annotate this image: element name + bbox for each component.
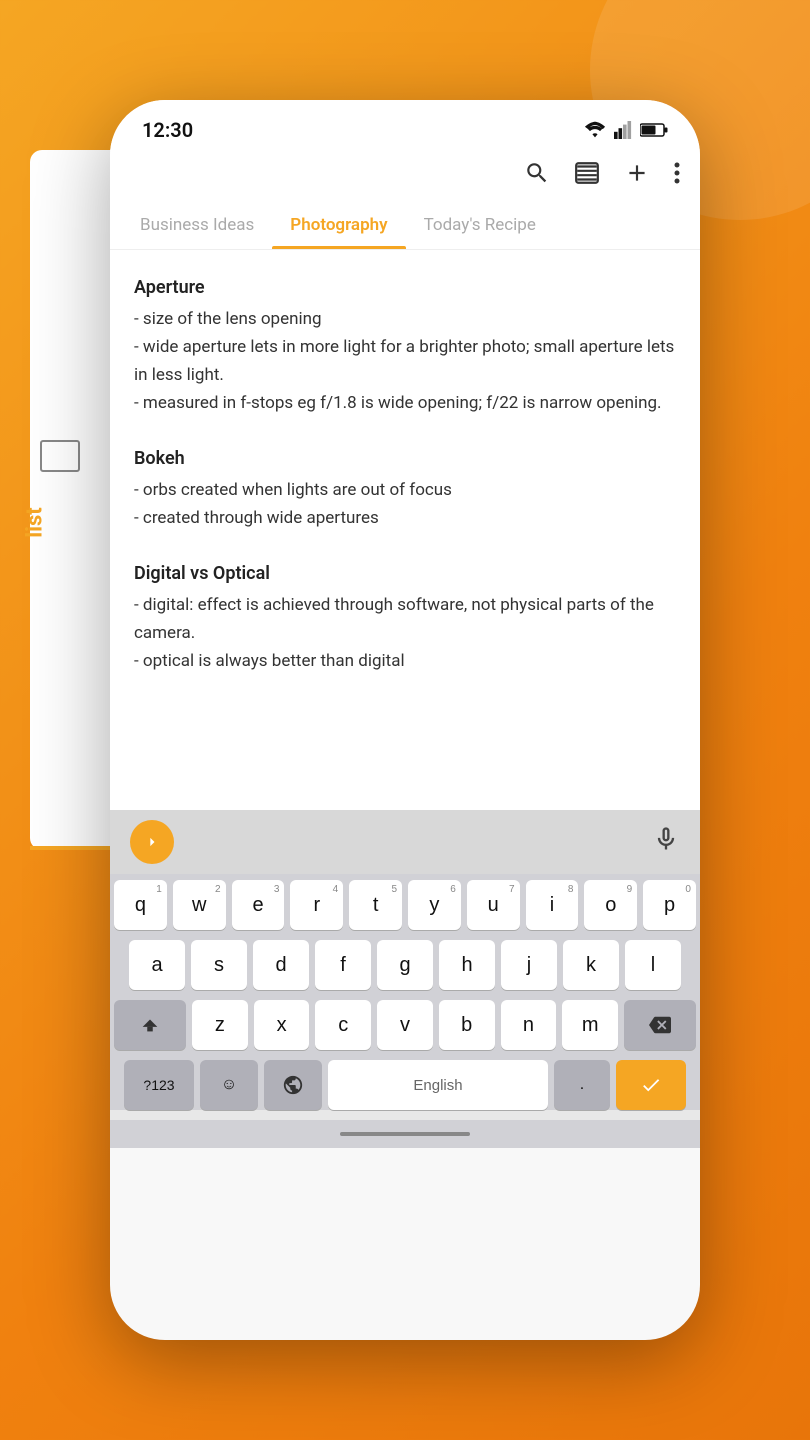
keyboard-row-4: ?123 ☺ English . xyxy=(114,1060,696,1110)
key-c[interactable]: c xyxy=(315,1000,371,1050)
tab-photography[interactable]: Photography xyxy=(272,201,405,249)
signal-icon xyxy=(614,121,632,139)
key-d[interactable]: d xyxy=(253,940,309,990)
wifi-icon xyxy=(584,121,606,139)
expand-button[interactable] xyxy=(130,820,174,864)
key-p[interactable]: 0p xyxy=(643,880,696,930)
app-toolbar xyxy=(110,152,700,201)
digital-optical-body: - digital: effect is achieved through so… xyxy=(134,591,676,675)
key-y[interactable]: 6y xyxy=(408,880,461,930)
more-icon[interactable] xyxy=(674,160,680,193)
key-w[interactable]: 2w xyxy=(173,880,226,930)
key-o[interactable]: 9o xyxy=(584,880,637,930)
tab-business-ideas[interactable]: Business Ideas xyxy=(122,201,272,249)
home-indicator xyxy=(340,1132,470,1136)
search-icon[interactable] xyxy=(524,160,550,193)
tabs-icon[interactable] xyxy=(574,160,600,193)
emoji-key[interactable]: ☺ xyxy=(200,1060,258,1110)
key-m[interactable]: m xyxy=(562,1000,618,1050)
add-icon[interactable] xyxy=(624,160,650,193)
tab-todays-recipe[interactable]: Today's Recipe xyxy=(406,201,554,249)
key-j[interactable]: j xyxy=(501,940,557,990)
note-section-aperture: Aperture - size of the lens opening- wid… xyxy=(134,274,676,417)
key-f[interactable]: f xyxy=(315,940,371,990)
key-g[interactable]: g xyxy=(377,940,433,990)
shift-key[interactable] xyxy=(114,1000,186,1050)
key-t[interactable]: 5t xyxy=(349,880,402,930)
notebook-label: list xyxy=(23,507,48,537)
key-v[interactable]: v xyxy=(377,1000,433,1050)
keyboard: 1q 2w 3e 4r 5t 6y 7u 8i 9o 0p a s d f g … xyxy=(110,874,700,1110)
note-section-bokeh: Bokeh - orbs created when lights are out… xyxy=(134,445,676,532)
keyboard-toolbar xyxy=(110,810,700,874)
key-u[interactable]: 7u xyxy=(467,880,520,930)
bokeh-title: Bokeh xyxy=(134,445,676,474)
battery-icon xyxy=(640,122,668,138)
key-i[interactable]: 8i xyxy=(526,880,579,930)
aperture-body: - size of the lens opening- wide apertur… xyxy=(134,305,676,417)
aperture-title: Aperture xyxy=(134,274,676,303)
digital-optical-title: Digital vs Optical xyxy=(134,560,676,589)
keyboard-row-2: a s d f g h j k l xyxy=(114,940,696,990)
status-bar: 12:30 xyxy=(110,100,700,152)
key-h[interactable]: h xyxy=(439,940,495,990)
key-r[interactable]: 4r xyxy=(290,880,343,930)
key-a[interactable]: a xyxy=(129,940,185,990)
keyboard-row-1: 1q 2w 3e 4r 5t 6y 7u 8i 9o 0p xyxy=(114,880,696,930)
bottom-bar xyxy=(110,1120,700,1148)
phone-frame: 12:30 xyxy=(110,100,700,1340)
key-l[interactable]: l xyxy=(625,940,681,990)
bokeh-body: - orbs created when lights are out of fo… xyxy=(134,476,676,532)
key-k[interactable]: k xyxy=(563,940,619,990)
key-e[interactable]: 3e xyxy=(232,880,285,930)
enter-key[interactable] xyxy=(616,1060,686,1110)
keyboard-row-3: z x c v b n m xyxy=(114,1000,696,1050)
keyboard-area: 1q 2w 3e 4r 5t 6y 7u 8i 9o 0p a s d f g … xyxy=(110,810,700,1148)
backspace-key[interactable] xyxy=(624,1000,696,1050)
status-time: 12:30 xyxy=(142,118,193,142)
key-x[interactable]: x xyxy=(254,1000,310,1050)
status-icons xyxy=(584,121,668,139)
period-key[interactable]: . xyxy=(554,1060,610,1110)
key-q[interactable]: 1q xyxy=(114,880,167,930)
key-s[interactable]: s xyxy=(191,940,247,990)
microphone-icon[interactable] xyxy=(652,825,680,860)
spacebar-key[interactable]: English xyxy=(328,1060,548,1110)
globe-key[interactable] xyxy=(264,1060,322,1110)
note-section-digital-vs-optical: Digital vs Optical - digital: effect is … xyxy=(134,560,676,675)
notebook-icon xyxy=(40,440,80,472)
key-b[interactable]: b xyxy=(439,1000,495,1050)
note-content-area: Aperture - size of the lens opening- wid… xyxy=(110,250,700,810)
key-n[interactable]: n xyxy=(501,1000,557,1050)
key-z[interactable]: z xyxy=(192,1000,248,1050)
numbers-key[interactable]: ?123 xyxy=(124,1060,194,1110)
tab-bar: Business Ideas Photography Today's Recip… xyxy=(110,201,700,250)
